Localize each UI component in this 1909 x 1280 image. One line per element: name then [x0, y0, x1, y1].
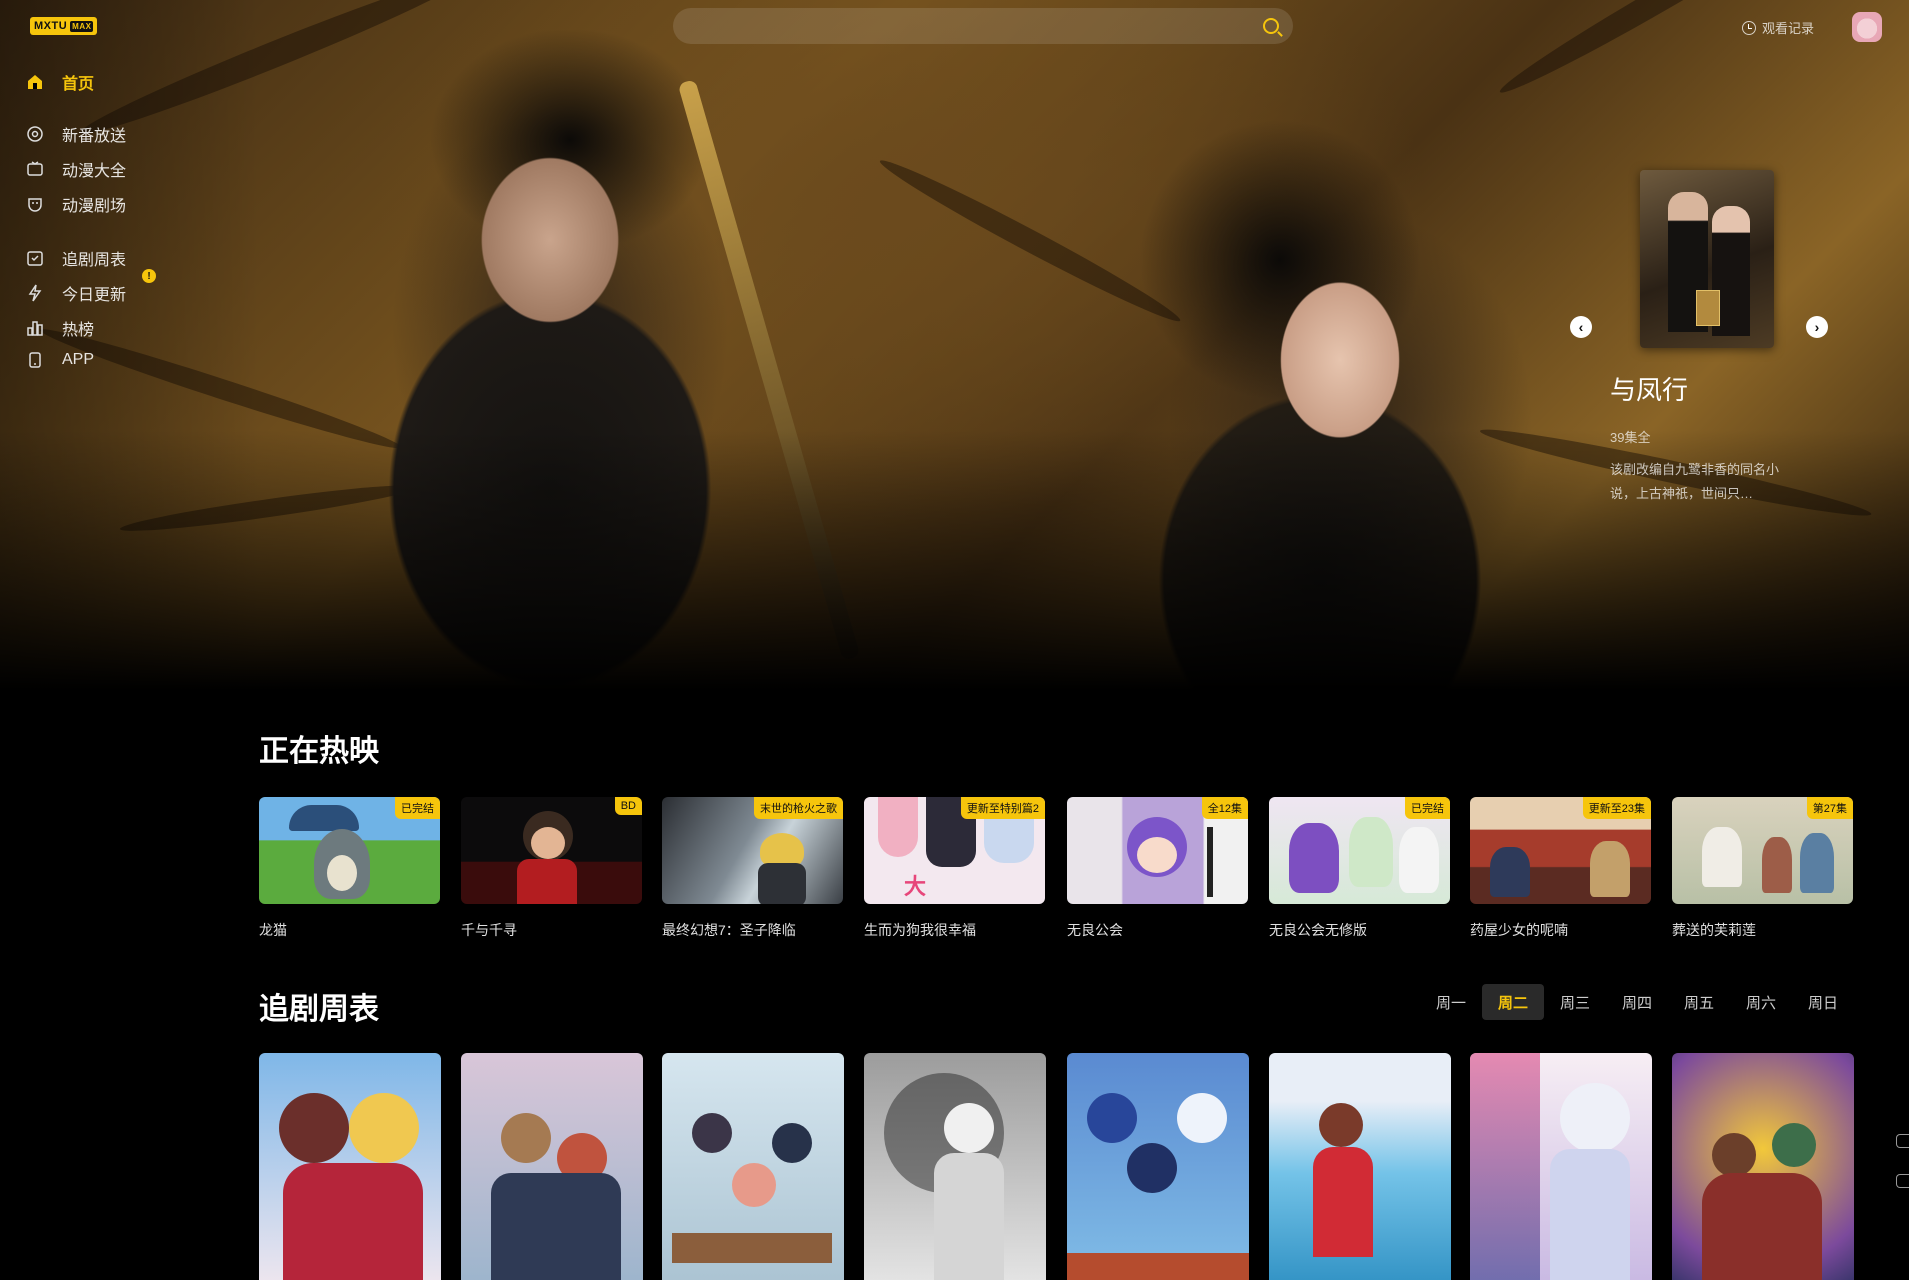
poster-image: 已完结 — [1269, 797, 1450, 904]
sidebar-item-label: 首页 — [62, 76, 95, 93]
poster-image: 末世的枪火之歌 — [662, 797, 843, 904]
tab-monday[interactable]: 周一 — [1420, 984, 1482, 1020]
status-badge: 更新至23集 — [1582, 797, 1651, 819]
sidebar-item-label: APP — [62, 351, 95, 368]
weekly-poster[interactable] — [1470, 1053, 1652, 1280]
poster-image: 已完结 — [259, 797, 440, 904]
poster-image: BD — [461, 797, 642, 904]
weekly-poster[interactable] — [1269, 1053, 1451, 1280]
poster-image: 大 更新至特别篇2 — [864, 797, 1045, 904]
anime-title: 最终幻想7：圣子降临 — [662, 922, 796, 938]
sidebar-item-anime-library[interactable]: 动漫大全 — [26, 157, 126, 181]
hero-thumbnail[interactable] — [1640, 170, 1774, 348]
weekly-poster[interactable] — [1672, 1053, 1854, 1280]
anime-title: 龙猫 — [259, 922, 287, 938]
poster-image: 全12集 — [1067, 797, 1248, 904]
sidebar-item-weekly-schedule[interactable]: 追剧周表 — [26, 246, 126, 270]
anime-title: 生而为狗我很幸福 — [864, 922, 976, 938]
chevron-right-icon[interactable]: › — [1806, 316, 1828, 338]
anime-card[interactable]: 大 更新至特别篇2 生而为狗我很幸福 — [864, 797, 1045, 940]
sidebar-item-new-season[interactable]: 新番放送 — [26, 122, 126, 146]
logo-badge: MAX — [70, 20, 94, 32]
tab-sunday[interactable]: 周日 — [1792, 984, 1854, 1020]
weekly-poster[interactable] — [662, 1053, 844, 1280]
search-icon[interactable] — [1263, 18, 1279, 34]
sidebar-item-label: 新番放送 — [62, 128, 127, 145]
anime-title: 无良公会无修版 — [1269, 922, 1367, 938]
tab-tuesday[interactable]: 周二 — [1482, 984, 1544, 1020]
poster-image: 第27集 — [1672, 797, 1853, 904]
sidebar-item-label: 追剧周表 — [62, 252, 127, 269]
hero-banner[interactable] — [0, 0, 1909, 690]
sidebar-item-label: 今日更新 — [62, 287, 127, 304]
hero-description: 该剧改编自九鹭非香的同名小说，上古神祇，世间只… — [1610, 462, 1780, 501]
sidebar-item-theater[interactable]: 动漫剧场 — [26, 192, 126, 216]
theater-icon — [26, 195, 44, 213]
anime-card[interactable]: 已完结 龙猫 — [259, 797, 440, 940]
watch-history-link[interactable]: 观看记录 — [1742, 18, 1814, 37]
anime-card[interactable]: 全12集 无良公会 — [1067, 797, 1248, 940]
hero-title[interactable]: 与凤行 — [1610, 370, 1688, 407]
tab-thursday[interactable]: 周四 — [1606, 984, 1668, 1020]
tab-friday[interactable]: 周五 — [1668, 984, 1730, 1020]
anime-card[interactable]: 已完结 无良公会无修版 — [1269, 797, 1450, 940]
avatar[interactable] — [1852, 12, 1882, 42]
anime-card[interactable]: 末世的枪火之歌 最终幻想7：圣子降临 — [662, 797, 843, 940]
weekly-poster[interactable] — [864, 1053, 1046, 1280]
sidebar-item-label: 热榜 — [62, 322, 95, 339]
sidebar-item-label: 动漫大全 — [62, 163, 127, 180]
anime-title: 药屋少女的呢喃 — [1470, 922, 1568, 938]
hero-episodes: 39集全 — [1610, 430, 1651, 445]
anime-card[interactable]: 更新至23集 药屋少女的呢喃 — [1470, 797, 1651, 940]
anime-card[interactable]: BD 千与千寻 — [461, 797, 642, 940]
anime-title: 无良公会 — [1067, 922, 1123, 938]
update-badge: ! — [142, 269, 156, 283]
logo-text: MXTU — [34, 20, 68, 32]
anime-card[interactable]: 第27集 葬送的芙莉莲 — [1672, 797, 1853, 940]
section-title-weekly: 追剧周表 — [259, 993, 379, 1026]
chevron-left-icon[interactable]: ‹ — [1570, 316, 1592, 338]
sidebar-item-today-updates[interactable]: 今日更新 ! — [26, 269, 156, 305]
tab-wednesday[interactable]: 周三 — [1544, 984, 1606, 1020]
status-badge: 已完结 — [395, 797, 440, 819]
history-label: 观看记录 — [1762, 21, 1815, 36]
weekly-poster[interactable] — [259, 1053, 441, 1280]
status-badge: 全12集 — [1201, 797, 1248, 819]
weekly-poster[interactable] — [1067, 1053, 1249, 1280]
weekly-poster[interactable] — [461, 1053, 643, 1280]
calendar-icon — [26, 249, 44, 267]
anime-title: 葬送的芙莉莲 — [1672, 922, 1756, 938]
home-icon — [26, 73, 44, 91]
lightning-icon — [26, 284, 44, 302]
status-badge: 末世的枪火之歌 — [754, 797, 843, 819]
poster-image: 更新至23集 — [1470, 797, 1651, 904]
phone-icon — [26, 351, 44, 369]
status-badge: 已完结 — [1405, 797, 1450, 819]
sidebar-item-ranking[interactable]: 热榜 — [26, 316, 94, 340]
day-tabs: 周一 周二 周三 周四 周五 周六 周日 — [1420, 984, 1854, 1020]
search-bar[interactable] — [673, 8, 1293, 44]
sidebar-item-home[interactable]: 首页 — [26, 70, 94, 94]
sidebar-item-label: 动漫剧场 — [62, 198, 127, 215]
settings-icon[interactable] — [1896, 1134, 1909, 1148]
ranking-icon — [26, 319, 44, 337]
search-input[interactable] — [691, 18, 1263, 34]
sidebar-item-app[interactable]: APP — [26, 351, 94, 369]
tab-saturday[interactable]: 周六 — [1730, 984, 1792, 1020]
status-badge: 第27集 — [1806, 797, 1853, 819]
status-badge: BD — [614, 797, 642, 815]
status-badge: 更新至特别篇2 — [960, 797, 1045, 819]
broadcast-icon — [26, 125, 44, 143]
anime-title: 千与千寻 — [461, 922, 517, 938]
section-title-now-showing: 正在热映 — [259, 735, 379, 768]
feedback-icon[interactable] — [1896, 1174, 1909, 1188]
tv-icon — [26, 160, 44, 178]
clock-icon — [1742, 20, 1756, 35]
site-logo[interactable]: MXTU MAX — [30, 17, 98, 35]
